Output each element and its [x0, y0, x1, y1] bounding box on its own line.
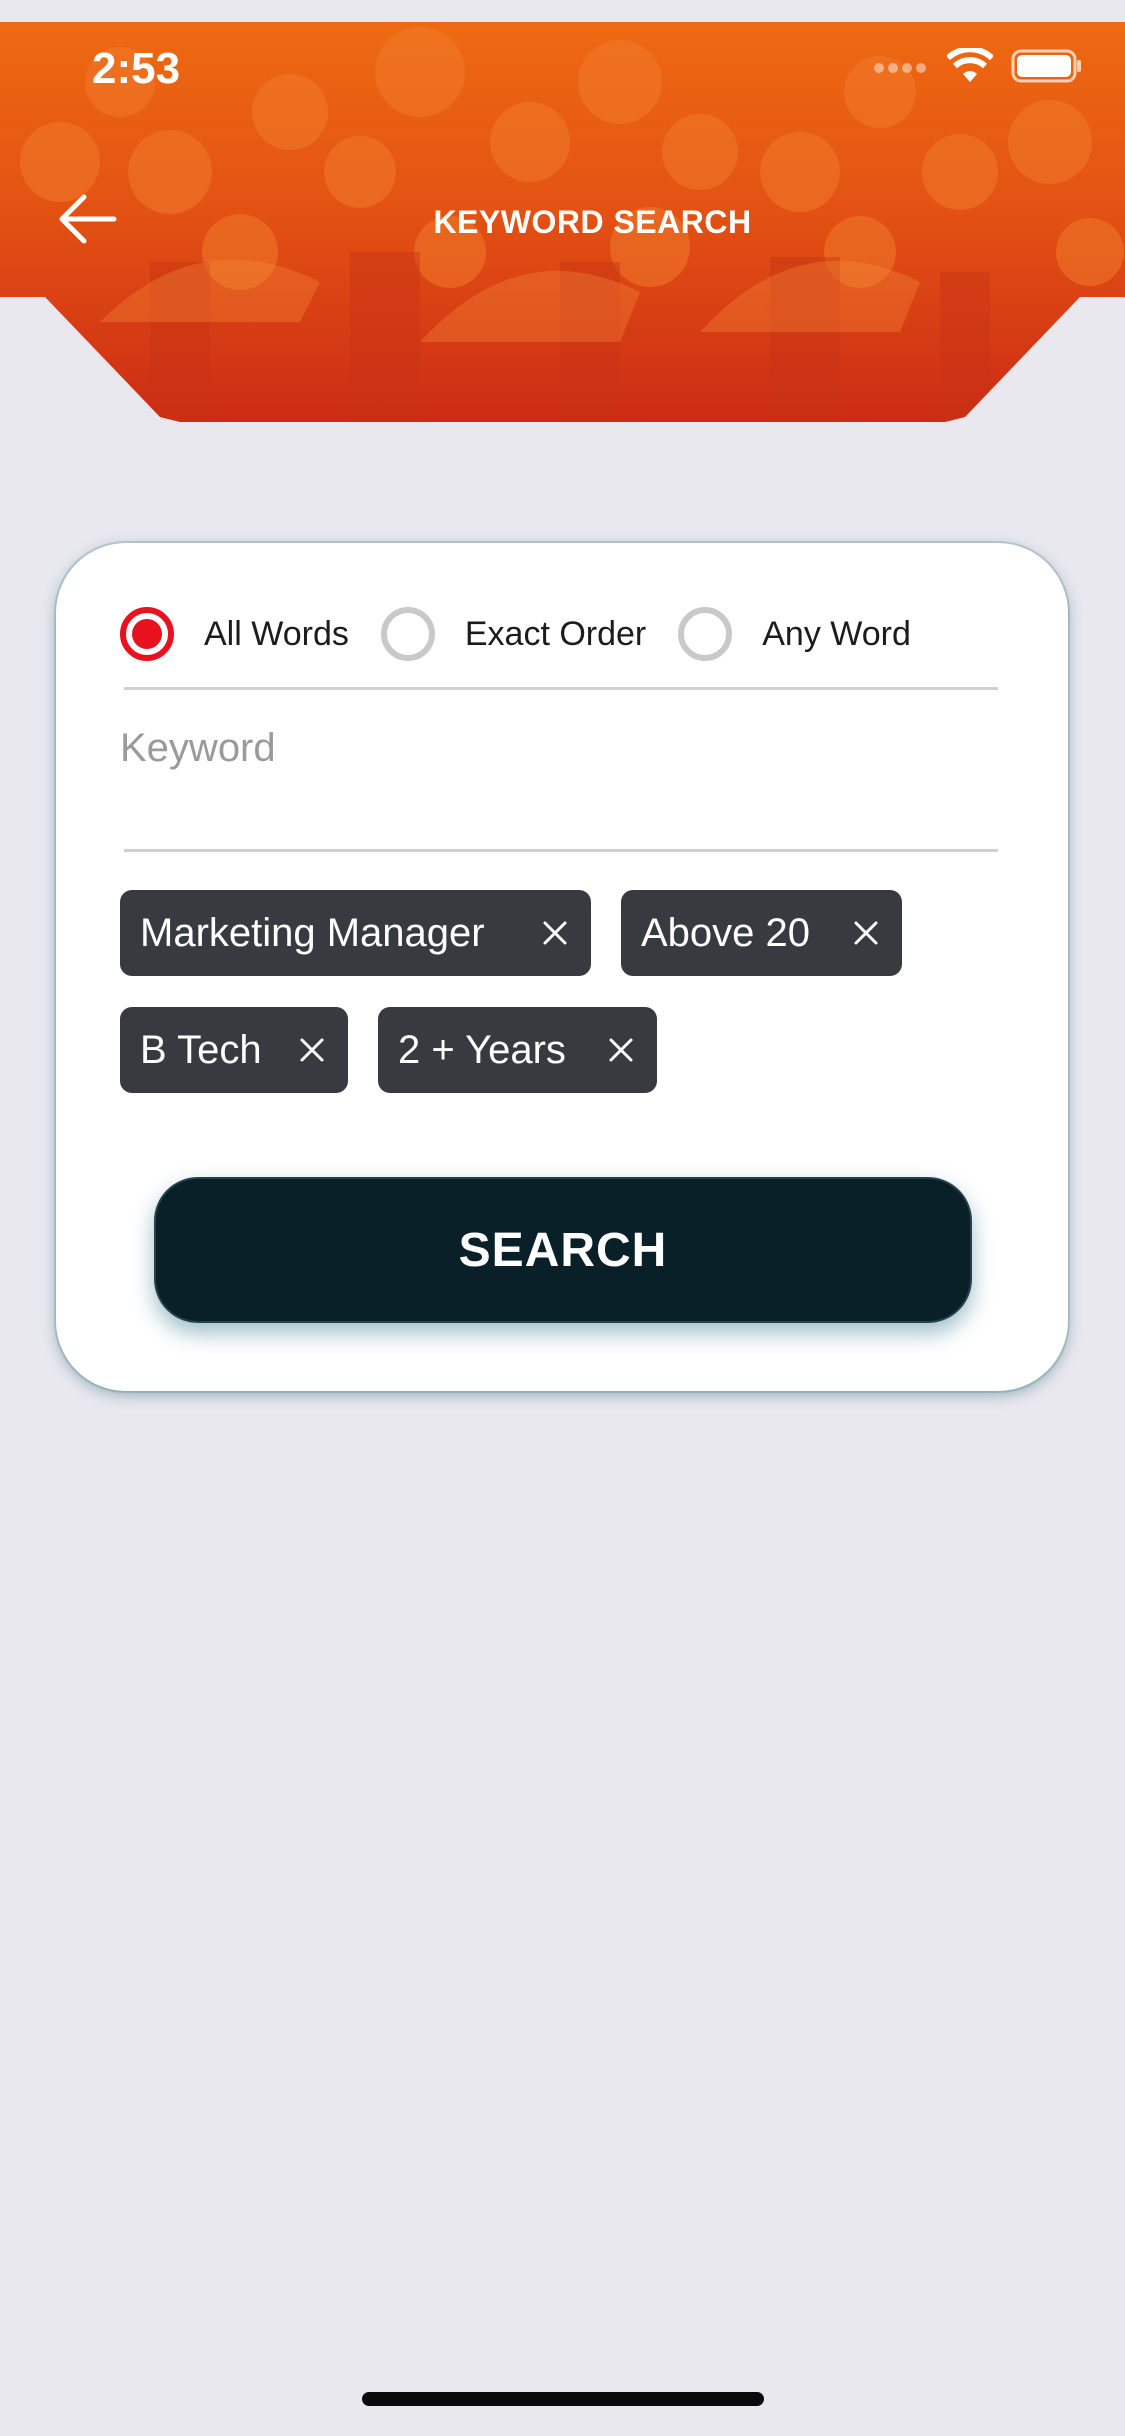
radio-all-words[interactable]: All Words [120, 607, 349, 661]
wifi-icon [947, 48, 993, 82]
chip-label: 2 + Years [398, 1027, 566, 1072]
match-mode-radio-group: All Words Exact Order Any Word [120, 607, 911, 661]
chip-marketing-manager: Marketing Manager [120, 890, 591, 976]
status-time: 2:53 [92, 44, 181, 93]
cellular-signal-icon [874, 63, 926, 73]
search-button[interactable]: SEARCH [154, 1177, 972, 1323]
radio-exact-order[interactable]: Exact Order [380, 607, 647, 661]
keyword-input[interactable] [120, 713, 990, 783]
keyword-underline [124, 849, 998, 852]
radio-label-any-word: Any Word [762, 614, 911, 653]
search-button-label: SEARCH [458, 1223, 668, 1277]
remove-chip-icon[interactable] [294, 1032, 330, 1068]
page-title: KEYWORD SEARCH [433, 204, 752, 240]
battery-icon [1011, 49, 1081, 83]
home-indicator[interactable] [362, 2392, 764, 2406]
chip-2-plus-years: 2 + Years [378, 1007, 657, 1093]
chip-label: B Tech [140, 1027, 262, 1072]
radio-any-word[interactable]: Any Word [678, 607, 911, 661]
remove-chip-icon[interactable] [537, 915, 573, 951]
radio-unselected-icon [380, 607, 435, 661]
search-card: All Words Exact Order Any Word Marketing… [56, 543, 1068, 1391]
chip-above-20: Above 20 [621, 890, 902, 976]
radio-selected-icon [120, 607, 174, 661]
chip-b-tech: B Tech [120, 1007, 348, 1093]
chip-label: Above 20 [641, 910, 811, 955]
chip-label: Marketing Manager [140, 910, 485, 955]
top-edge [0, 0, 1125, 22]
status-icons [873, 48, 1083, 84]
remove-chip-icon[interactable] [848, 915, 884, 951]
radio-unselected-icon [678, 607, 733, 661]
radio-divider [124, 687, 998, 690]
radio-label-exact-order: Exact Order [464, 614, 647, 653]
remove-chip-icon[interactable] [603, 1032, 639, 1068]
radio-label-all-words: All Words [204, 614, 349, 653]
